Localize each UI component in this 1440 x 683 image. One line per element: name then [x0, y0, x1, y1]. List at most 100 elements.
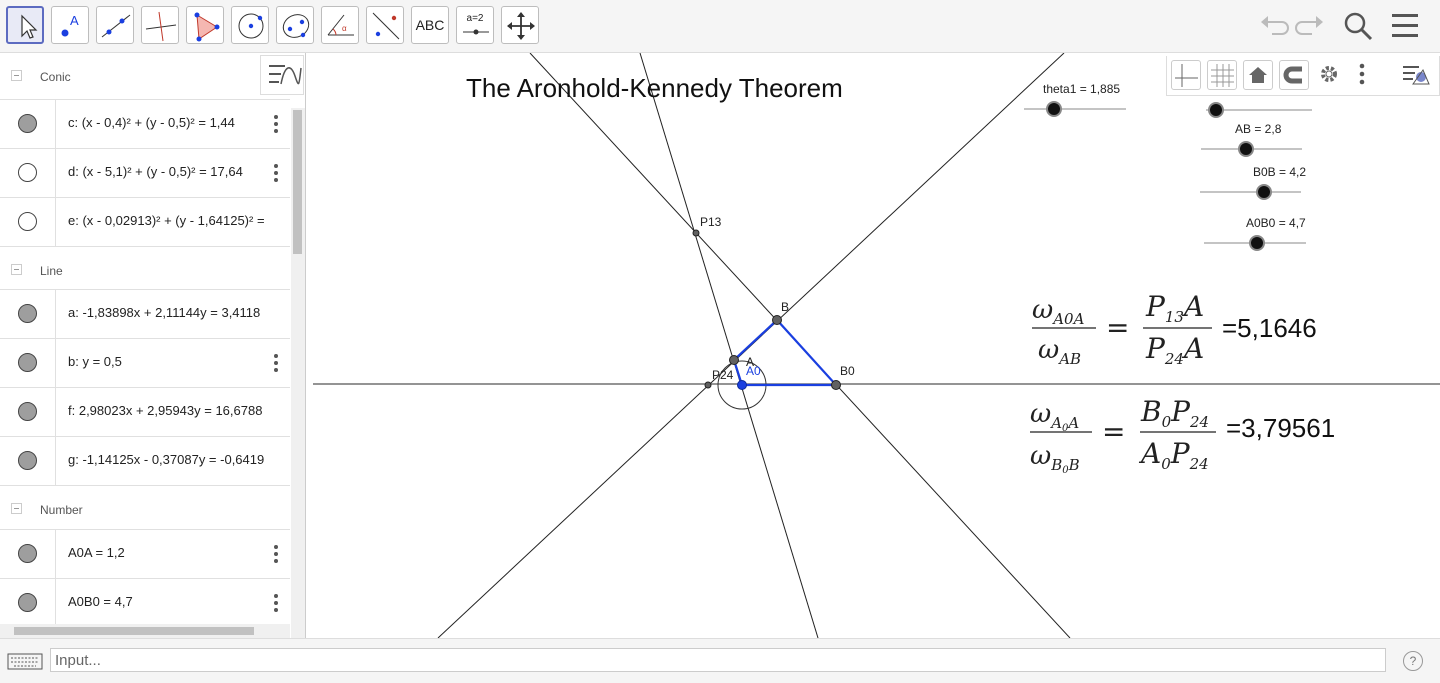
- point-p24[interactable]: [704, 381, 712, 389]
- ellipse-tool-button[interactable]: [276, 6, 314, 44]
- visibility-toggle-icon[interactable]: [18, 402, 37, 421]
- object-definition[interactable]: A0B0 = 4,7: [68, 594, 268, 609]
- object-definition[interactable]: b: y = 0,5: [68, 354, 268, 369]
- list-item[interactable]: f: 2,98023x + 2,95943y = 16,6788: [0, 387, 290, 436]
- angle-icon: α: [327, 14, 354, 36]
- point-p13[interactable]: [692, 229, 700, 237]
- virtual-keyboard-button[interactable]: [2, 646, 48, 676]
- point-tool-button[interactable]: A: [51, 6, 89, 44]
- visibility-toggle-icon[interactable]: [18, 212, 37, 231]
- collapse-icon[interactable]: [11, 264, 22, 275]
- perpendicular-line-icon: [145, 11, 177, 42]
- slider-handle[interactable]: [1238, 141, 1254, 157]
- object-definition[interactable]: d: (x - 5,1)² + (y - 0,5)² = 17,64: [68, 164, 268, 179]
- object-definition[interactable]: A0A = 1,2: [68, 545, 268, 560]
- visibility-toggle-icon[interactable]: [18, 451, 37, 470]
- graphics-settings-button[interactable]: [1315, 60, 1345, 90]
- more-options-button[interactable]: [1355, 60, 1369, 90]
- list-item[interactable]: c: (x - 0,4)² + (y - 0,5)² = 1,44: [0, 99, 290, 148]
- slider-handle[interactable]: [1046, 101, 1062, 117]
- section-title: Conic: [40, 70, 71, 84]
- point-b[interactable]: [772, 315, 782, 325]
- list-item[interactable]: g: -1,14125x - 0,37087y = -0,6419: [0, 436, 290, 485]
- circle-tool-button[interactable]: [231, 6, 269, 44]
- collapse-icon[interactable]: [11, 70, 22, 81]
- angle-tool-button[interactable]: α: [321, 6, 359, 44]
- visibility-toggle-icon[interactable]: [18, 304, 37, 323]
- svg-text:ωA0A: ωA0A: [1030, 399, 1079, 434]
- hamburger-menu-icon: [1392, 14, 1418, 37]
- list-item[interactable]: b: y = 0,5: [0, 338, 290, 387]
- toggle-grid-button[interactable]: [1207, 60, 1237, 90]
- visibility-toggle-icon[interactable]: [18, 163, 37, 182]
- vertical-scrollbar[interactable]: [291, 108, 305, 638]
- more-options-icon[interactable]: [274, 164, 278, 182]
- object-definition[interactable]: a: -1,83898x + 2,11144y = 3,4118: [68, 305, 268, 320]
- text-tool-button[interactable]: ABC: [411, 6, 449, 44]
- search-button[interactable]: [1342, 10, 1374, 42]
- move-tool-button[interactable]: [6, 6, 44, 44]
- section-header-line[interactable]: Line: [0, 246, 290, 292]
- collapse-icon[interactable]: [11, 503, 22, 514]
- slider-unnamed[interactable]: [1206, 102, 1312, 118]
- point-capturing-button[interactable]: [1279, 60, 1309, 90]
- geometry-canvas[interactable]: B A A0 B0 P13 P24 The Aronhold-Kennedy T…: [313, 53, 1440, 638]
- point-a0[interactable]: [737, 380, 747, 390]
- more-options-icon[interactable]: [274, 594, 278, 612]
- object-definition[interactable]: f: 2,98023x + 2,95943y = 16,6788: [68, 403, 268, 418]
- toggle-axes-button[interactable]: [1171, 60, 1201, 90]
- point-label-p24: P24: [712, 368, 734, 382]
- graphics-view[interactable]: B A A0 B0 P13 P24 The Aronhold-Kennedy T…: [313, 53, 1440, 638]
- slider-handle[interactable]: [1249, 235, 1265, 251]
- line-tool-button[interactable]: [96, 6, 134, 44]
- point-a[interactable]: [729, 355, 739, 365]
- visibility-toggle-icon[interactable]: [18, 114, 37, 133]
- undo-button[interactable]: [1258, 10, 1290, 42]
- more-options-icon[interactable]: [274, 115, 278, 133]
- object-definition[interactable]: g: -1,14125x - 0,37087y = -0,6419: [68, 452, 268, 467]
- point-label-b: B: [781, 300, 789, 314]
- svg-text:P24A: P24A: [1145, 332, 1204, 368]
- list-item[interactable]: A0B0 = 4,7: [0, 578, 290, 627]
- slider-ab[interactable]: AB = 2,8: [1201, 122, 1302, 157]
- slider-handle[interactable]: [1256, 184, 1272, 200]
- section-header-conic[interactable]: Conic: [0, 53, 290, 99]
- more-options-icon[interactable]: [274, 354, 278, 372]
- visibility-toggle-icon[interactable]: [18, 353, 37, 372]
- visibility-toggle-icon[interactable]: [18, 593, 37, 612]
- point-b0[interactable]: [831, 380, 841, 390]
- list-item[interactable]: A0A = 1,2: [0, 529, 290, 578]
- line-icon: [101, 14, 131, 38]
- slider-handle[interactable]: [1208, 102, 1224, 118]
- input-field[interactable]: [50, 648, 1386, 672]
- horizontal-scrollbar[interactable]: [0, 624, 290, 638]
- section-header-number[interactable]: Number: [0, 485, 290, 531]
- list-item[interactable]: a: -1,83898x + 2,11144y = 3,4118: [0, 289, 290, 338]
- more-options-icon: [1359, 63, 1365, 85]
- redo-button[interactable]: [1294, 10, 1326, 42]
- formula-angular-velocity-ratio-2: ωA0A ωB0B = B0P24 A0P24 =3,79561: [1030, 395, 1335, 476]
- reflect-tool-button[interactable]: [366, 6, 404, 44]
- slider-tool-button[interactable]: a=2: [456, 6, 494, 44]
- polygon-tool-button[interactable]: [186, 6, 224, 44]
- move-graphics-tool-button[interactable]: [501, 6, 539, 44]
- slider-theta1[interactable]: theta1 = 1,885: [1024, 82, 1126, 117]
- list-item[interactable]: e: (x - 0,02913)² + (y - 1,64125)² =: [0, 197, 290, 246]
- axes-icon: [1175, 64, 1198, 87]
- toggle-style-bar-button[interactable]: [1399, 60, 1430, 90]
- perpendicular-tool-button[interactable]: [141, 6, 179, 44]
- main-menu-button[interactable]: [1390, 10, 1422, 42]
- slider-a0b0[interactable]: A0B0 = 4,7: [1204, 216, 1306, 251]
- object-definition[interactable]: c: (x - 0,4)² + (y - 0,5)² = 1,44: [68, 115, 268, 130]
- visibility-toggle-icon[interactable]: [18, 544, 37, 563]
- more-options-icon[interactable]: [274, 545, 278, 563]
- standard-view-button[interactable]: [1243, 60, 1273, 90]
- slider-b0b[interactable]: B0B = 4,2: [1200, 165, 1306, 200]
- section-title: Number: [40, 503, 83, 517]
- algebra-style-button[interactable]: [260, 55, 304, 95]
- line-g[interactable]: [639, 53, 819, 638]
- list-item[interactable]: d: (x - 5,1)² + (y - 0,5)² = 17,64: [0, 148, 290, 197]
- object-definition[interactable]: e: (x - 0,02913)² + (y - 1,64125)² =: [68, 213, 268, 228]
- svg-text:α: α: [342, 24, 347, 33]
- help-button[interactable]: ?: [1403, 651, 1423, 671]
